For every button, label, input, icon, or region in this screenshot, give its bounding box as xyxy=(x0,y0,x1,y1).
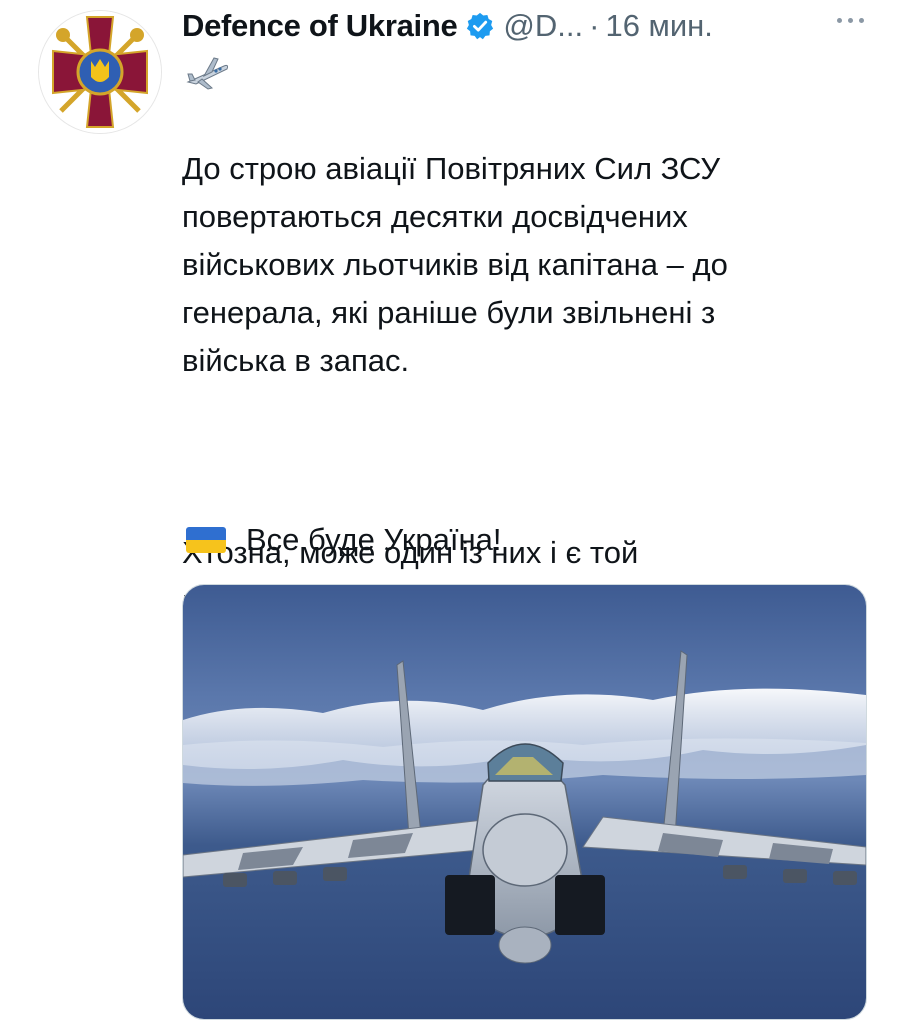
closing-text: Все буде Україна! xyxy=(246,522,502,557)
ministry-emblem-icon xyxy=(39,11,161,133)
verified-badge-icon xyxy=(465,11,495,41)
tweet: Defence of Ukraine @D... · 16 мин. До ст… xyxy=(0,0,904,1024)
closing-line: Все буде Україна! xyxy=(182,516,501,564)
ukraine-flag-emoji xyxy=(186,527,226,553)
tweet-media-image[interactable] xyxy=(182,584,867,1020)
airplane-emoji xyxy=(184,52,230,92)
more-options-icon[interactable] xyxy=(837,18,864,23)
separator-dot: · xyxy=(589,8,600,43)
tweet-paragraph-1: До строю авіації Повітряних Сил ЗСУ пове… xyxy=(182,151,728,378)
tweet-header: Defence of Ukraine @D... · 16 мин. xyxy=(182,4,713,48)
timestamp[interactable]: 16 мин. xyxy=(605,8,712,44)
avatar[interactable] xyxy=(38,10,162,134)
author-handle[interactable]: @D... xyxy=(503,8,583,44)
author-name[interactable]: Defence of Ukraine xyxy=(182,8,458,44)
fighter-jet-photo xyxy=(183,585,866,1019)
